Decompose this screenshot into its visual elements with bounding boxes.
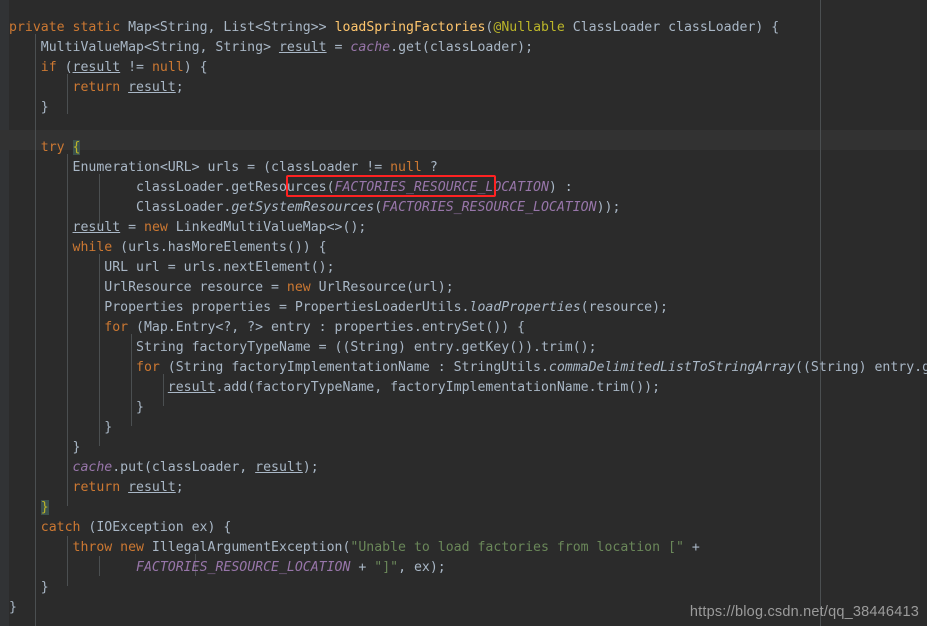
code-line[interactable]: cache.put(classLoader, result); — [9, 458, 319, 478]
watermark-text: https://blog.csdn.net/qq_38446413 — [689, 604, 919, 620]
code-line[interactable]: for (String factoryImplementationName : … — [9, 358, 927, 378]
code-line[interactable]: return result; — [9, 78, 184, 98]
code-line[interactable]: ClassLoader.getSystemResources(FACTORIES… — [9, 198, 620, 218]
code-line[interactable]: Enumeration<URL> urls = (classLoader != … — [9, 158, 438, 178]
code-line[interactable]: } — [9, 598, 17, 618]
code-line[interactable]: String factoryTypeName = ((String) entry… — [9, 338, 597, 358]
code-line[interactable]: Properties properties = PropertiesLoader… — [9, 298, 668, 318]
code-line[interactable]: if (result != null) { — [9, 58, 208, 78]
code-line[interactable]: FACTORIES_RESOURCE_LOCATION + "]", ex); — [9, 558, 446, 578]
code-line[interactable]: result = new LinkedMultiValueMap<>(); — [9, 218, 367, 238]
code-line[interactable]: } — [9, 398, 144, 418]
code-line[interactable]: result.add(factoryTypeName, factoryImple… — [9, 378, 660, 398]
code-line[interactable]: for (Map.Entry<?, ?> entry : properties.… — [9, 318, 525, 338]
code-line[interactable]: URL url = urls.nextElement(); — [9, 258, 334, 278]
code-line[interactable]: private static Map<String, List<String>>… — [9, 18, 779, 38]
code-line-try[interactable]: try { — [9, 138, 81, 158]
code-line-try-close[interactable]: } — [9, 498, 49, 518]
code-line[interactable]: } — [9, 578, 49, 598]
code-line[interactable]: while (urls.hasMoreElements()) { — [9, 238, 327, 258]
code-line[interactable]: return result; — [9, 478, 184, 498]
code-line[interactable]: } — [9, 98, 49, 118]
code-line[interactable]: MultiValueMap<String, String> result = c… — [9, 38, 533, 58]
code-line[interactable]: } — [9, 438, 81, 458]
code-text-layer[interactable]: private static Map<String, List<String>>… — [0, 0, 927, 626]
code-line[interactable]: UrlResource resource = new UrlResource(u… — [9, 278, 453, 298]
code-line[interactable]: } — [9, 418, 112, 438]
code-line[interactable]: catch (IOException ex) { — [9, 518, 232, 538]
code-line[interactable]: throw new IllegalArgumentException("Unab… — [9, 538, 700, 558]
code-editor[interactable]: private static Map<String, List<String>>… — [0, 0, 927, 626]
code-line-boxed[interactable]: classLoader.getResources(FACTORIES_RESOU… — [9, 178, 573, 198]
